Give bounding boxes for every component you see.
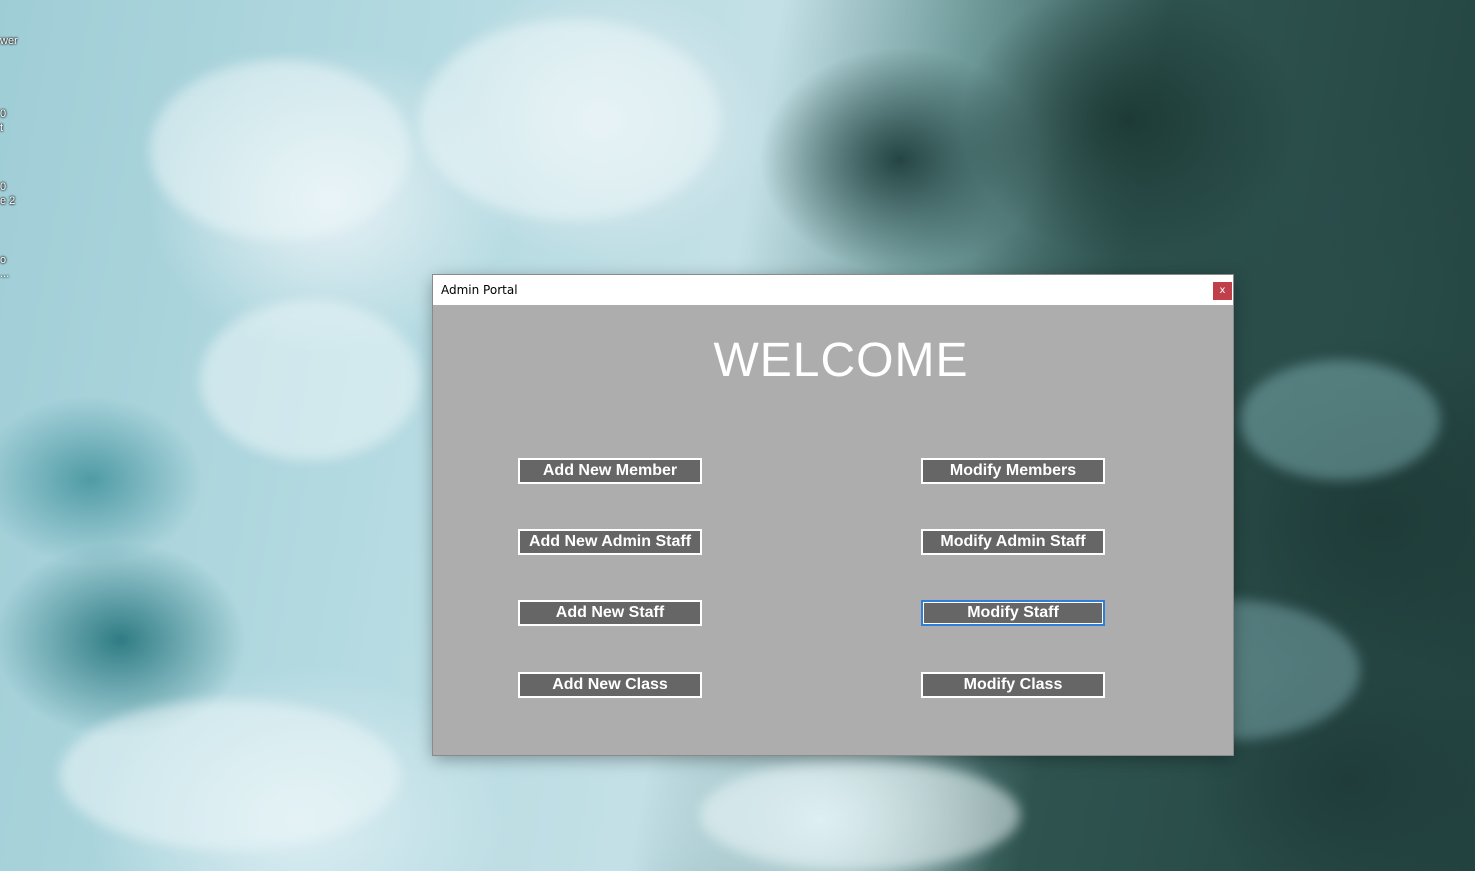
add-new-member-button[interactable]: Add New Member: [518, 458, 702, 484]
modify-admin-staff-button[interactable]: Modify Admin Staff: [921, 529, 1105, 555]
foam-patch: [420, 20, 720, 220]
desktop-icon-label[interactable]: t: [0, 121, 3, 135]
close-button[interactable]: x: [1213, 282, 1232, 300]
modify-staff-button[interactable]: Modify Staff: [921, 600, 1105, 626]
foam-patch: [1240, 360, 1440, 480]
foam-patch: [150, 60, 410, 240]
window-title: Admin Portal: [441, 283, 518, 297]
desktop-icon-label[interactable]: o: [0, 253, 6, 267]
foam-patch: [700, 760, 1020, 870]
desktop-icon-label[interactable]: ...: [0, 267, 9, 281]
desktop-icon-label[interactable]: wer: [0, 34, 18, 48]
add-new-staff-button[interactable]: Add New Staff: [518, 600, 702, 626]
desktop-icon-label[interactable]: e 2: [0, 194, 15, 208]
welcome-heading: WELCOME: [713, 334, 969, 387]
foam-patch: [200, 300, 420, 460]
desktop-icon-label[interactable]: 0: [0, 180, 6, 194]
modify-class-button[interactable]: Modify Class: [921, 672, 1105, 698]
add-new-admin-staff-button[interactable]: Add New Admin Staff: [518, 529, 702, 555]
desktop-icon-label[interactable]: 0: [0, 107, 6, 121]
admin-portal-window: Admin Portal x WELCOME Add New Member Mo…: [433, 275, 1233, 755]
title-bar[interactable]: Admin Portal x: [433, 275, 1233, 305]
add-new-class-button[interactable]: Add New Class: [518, 672, 702, 698]
foam-patch: [60, 700, 400, 850]
modify-members-button[interactable]: Modify Members: [921, 458, 1105, 484]
